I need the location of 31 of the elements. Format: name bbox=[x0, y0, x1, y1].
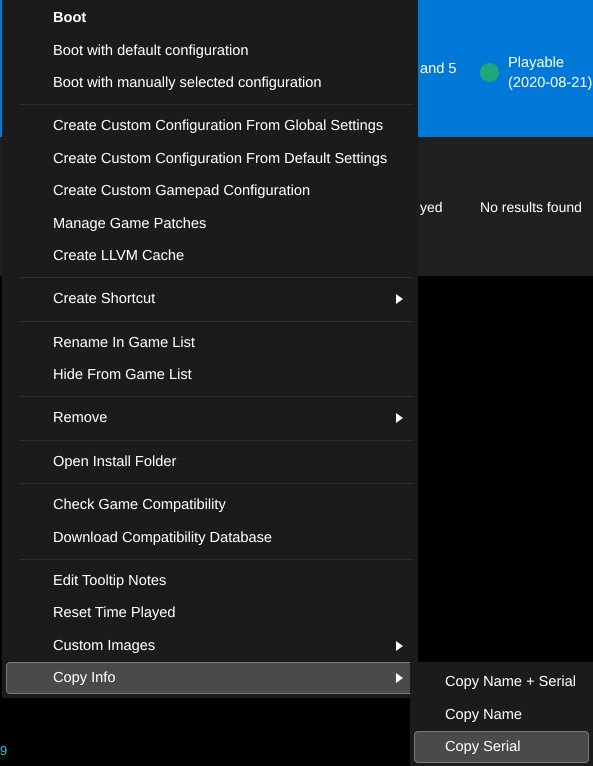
menu-item[interactable]: Edit Tooltip Notes bbox=[6, 564, 414, 598]
menu-item[interactable]: Check Game Compatibility bbox=[6, 489, 414, 522]
menu-item[interactable]: Reset Time Played bbox=[6, 597, 414, 630]
submenu-arrow-icon bbox=[396, 640, 403, 651]
menu-item[interactable]: Custom Images bbox=[6, 630, 414, 662]
menu-item[interactable]: Create Custom Configuration From Global Settings bbox=[6, 110, 414, 143]
patches-text: No results found bbox=[480, 198, 582, 214]
menu-item[interactable]: Create Custom Configuration From Default Settings bbox=[6, 142, 414, 175]
menu-item[interactable]: Open Install Folder bbox=[6, 446, 414, 478]
log-text: 9 bbox=[0, 743, 8, 758]
compatibility-status: Playable bbox=[508, 54, 565, 72]
menu-item[interactable]: Boot with manually selected configuration bbox=[6, 66, 414, 100]
menu-item[interactable]: Rename In Game List bbox=[6, 326, 414, 359]
menu-item[interactable]: Hide From Game List bbox=[6, 358, 414, 392]
menu-item[interactable]: Boot with default configuration bbox=[6, 34, 414, 67]
menu-item[interactable]: Create Custom Gamepad Configuration bbox=[6, 174, 414, 208]
menu-item[interactable]: Copy Serial bbox=[414, 730, 589, 764]
menu-item[interactable]: Remove bbox=[6, 402, 414, 435]
menu-item[interactable]: Copy Name + Serial bbox=[414, 666, 589, 698]
compatibility-date: (2020-08-21) bbox=[508, 74, 592, 92]
menu-item[interactable]: Manage Game Patches bbox=[6, 207, 414, 240]
menu-item[interactable]: Copy Name bbox=[414, 698, 589, 731]
menu-item[interactable]: Create LLVM Cache bbox=[6, 240, 414, 272]
submenu-arrow-icon bbox=[396, 294, 403, 304]
menu-item[interactable]: Boot bbox=[6, 2, 414, 34]
submenu-arrow-icon bbox=[396, 673, 403, 684]
game-title: and 5 bbox=[420, 60, 458, 76]
menu-item[interactable]: Create Shortcut bbox=[6, 283, 414, 316]
submenu-arrow-icon bbox=[396, 413, 403, 424]
menu-item[interactable]: Download Compatibility Database bbox=[6, 521, 414, 554]
time-played: yed bbox=[420, 198, 444, 214]
